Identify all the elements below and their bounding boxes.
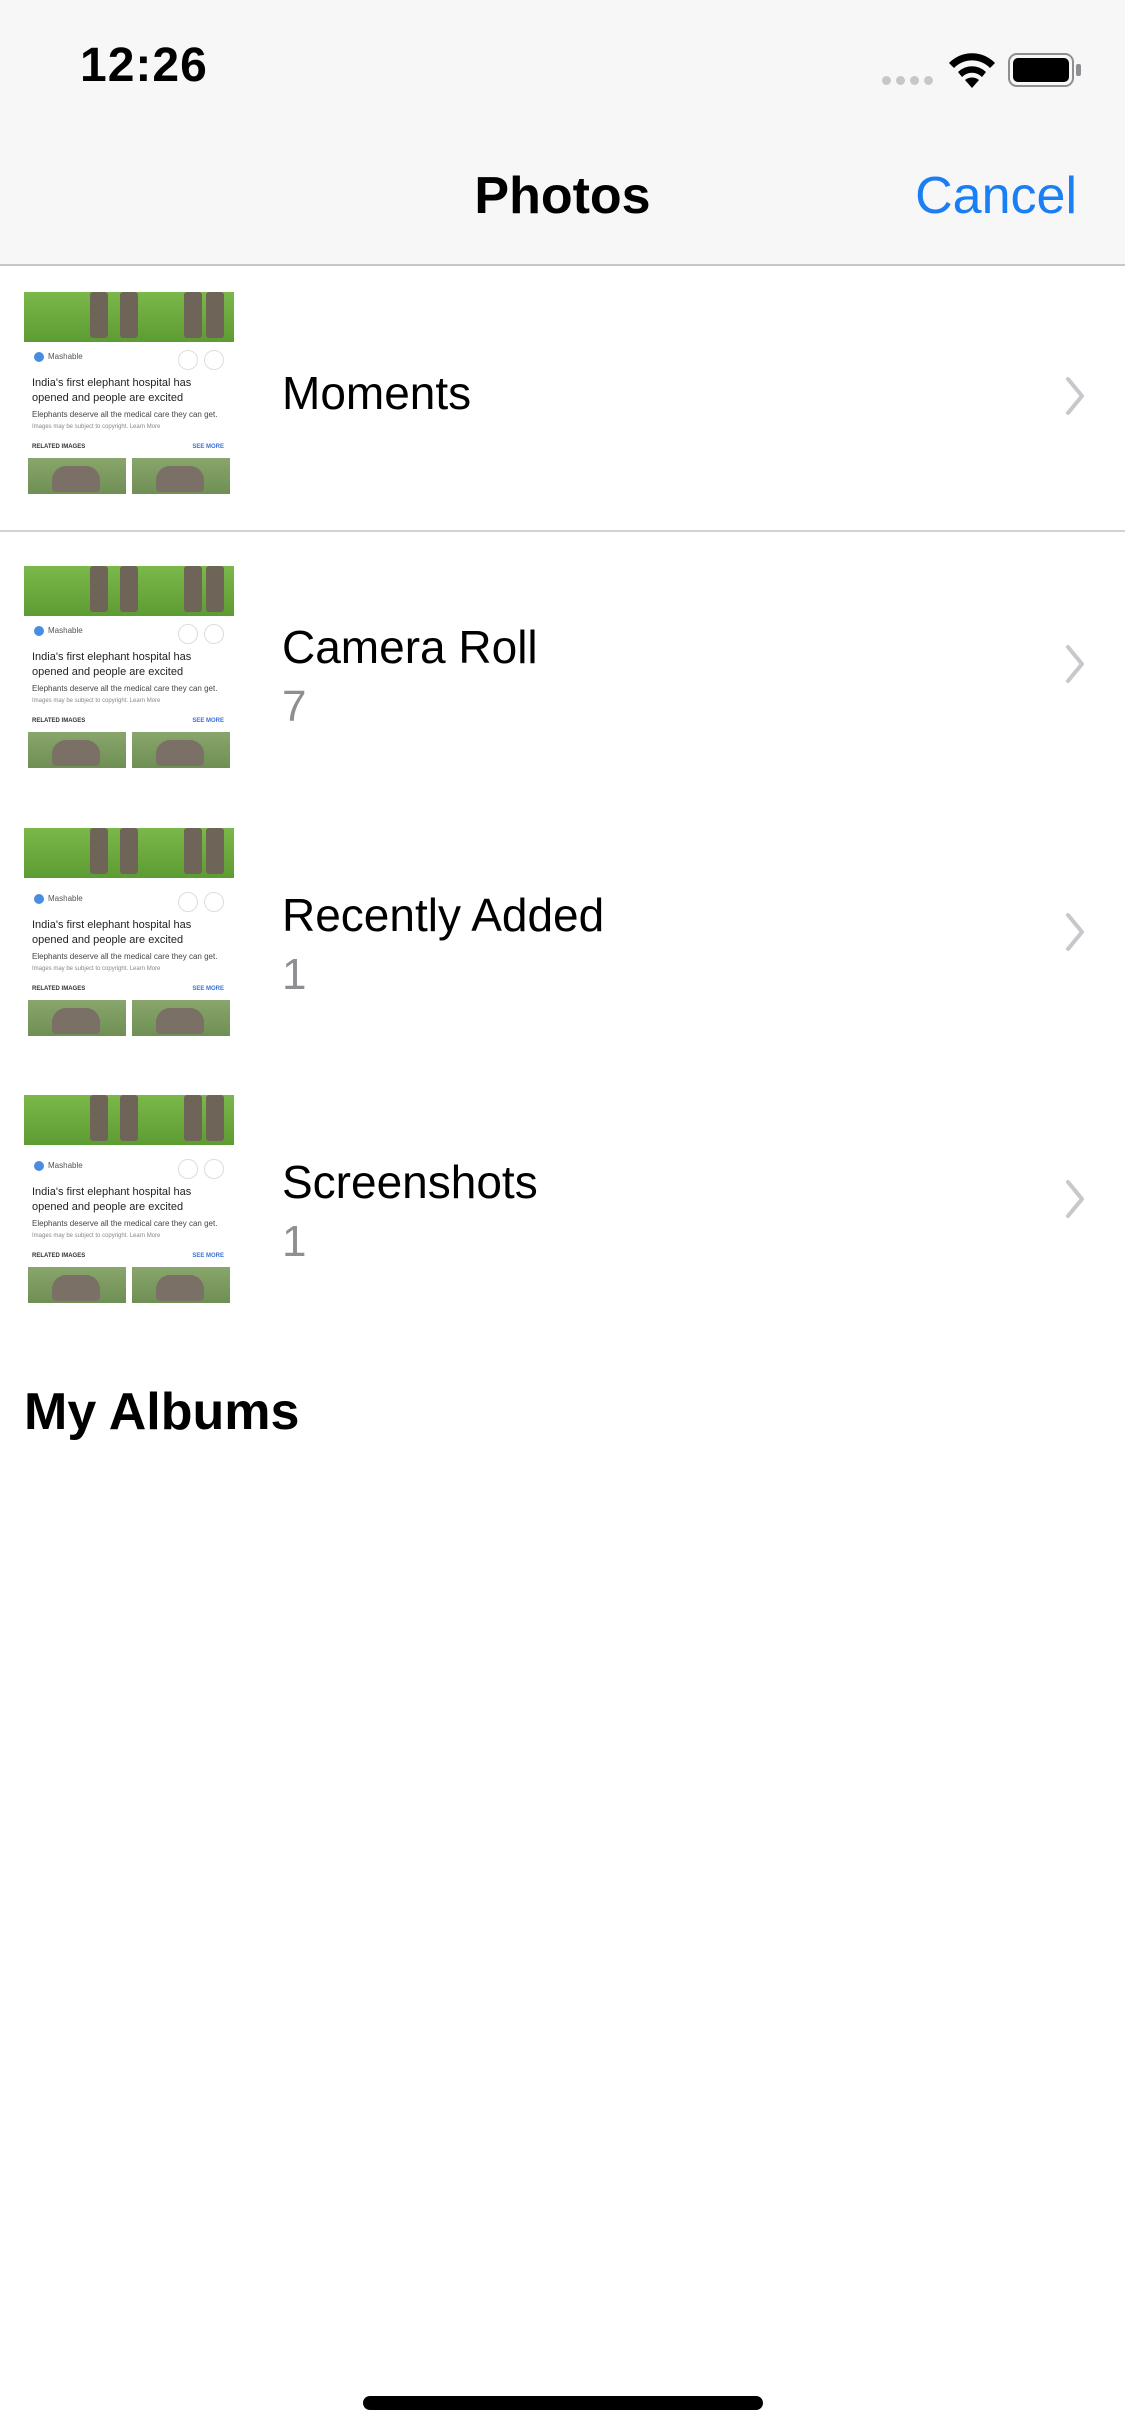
cancel-button[interactable]: Cancel [915, 166, 1077, 226]
album-row-moments[interactable]: Mashable India's first elephant hospital… [0, 266, 1125, 532]
album-thumbnail: Mashable India's first elephant hospital… [24, 556, 234, 768]
album-thumbnail: Mashable India's first elephant hospital… [24, 282, 234, 494]
battery-icon [1008, 53, 1081, 87]
wifi-icon [949, 53, 995, 88]
album-count: 1 [282, 950, 307, 999]
album-row-recently-added[interactable]: Mashable India's first elephant hospital… [0, 800, 1125, 1064]
chevron-right-icon [1066, 645, 1084, 683]
album-name: Recently Added [282, 889, 605, 941]
album-row-camera-roll[interactable]: Mashable India's first elephant hospital… [0, 532, 1125, 796]
album-name: Screenshots [282, 1156, 538, 1208]
chevron-right-icon [1066, 377, 1084, 415]
chevron-right-icon [1066, 1180, 1084, 1218]
album-row-screenshots[interactable]: Mashable India's first elephant hospital… [0, 1067, 1125, 1331]
cellular-signal-icon [882, 76, 933, 85]
album-thumbnail: Mashable India's first elephant hospital… [24, 1091, 234, 1303]
section-title-my-albums: My Albums [24, 1383, 300, 1441]
album-name: Moments [282, 367, 472, 419]
navigation-bar: 12:26 Photos Cancel [0, 0, 1125, 266]
album-name: Camera Roll [282, 621, 538, 673]
album-count: 1 [282, 1217, 307, 1266]
album-thumbnail: Mashable India's first elephant hospital… [24, 824, 234, 1036]
home-indicator[interactable] [363, 2396, 763, 2410]
status-time: 12:26 [80, 39, 208, 92]
album-count: 7 [282, 682, 307, 731]
chevron-right-icon [1066, 913, 1084, 951]
